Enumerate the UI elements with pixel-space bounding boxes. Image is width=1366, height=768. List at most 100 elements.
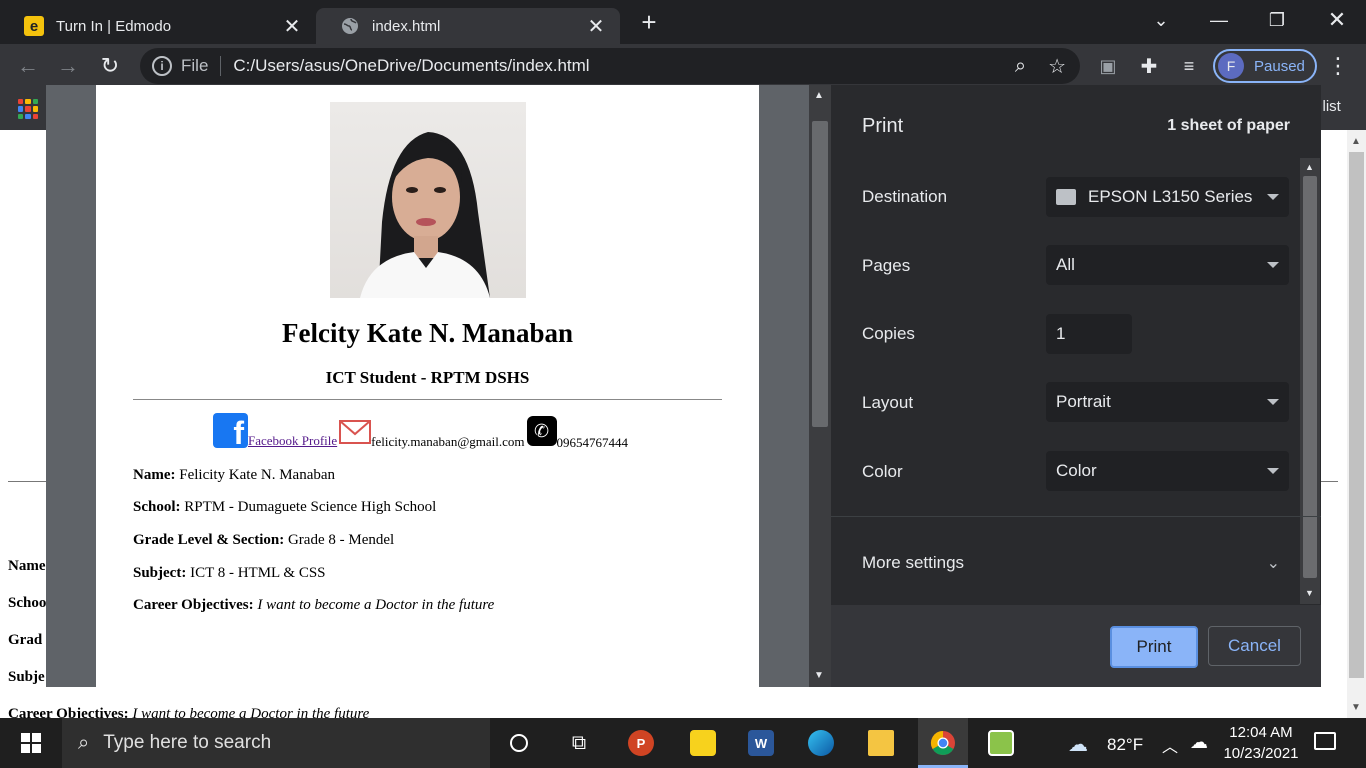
temperature[interactable]: 82°F bbox=[1107, 735, 1143, 755]
info-row: Name: Felicity Kate N. Manaban bbox=[133, 467, 336, 483]
chevron-up-icon[interactable]: ︿ bbox=[1162, 733, 1178, 757]
puzzle-icon[interactable]: ✚ bbox=[1134, 44, 1164, 88]
word-icon[interactable]: W bbox=[738, 718, 784, 768]
copies-value: 1 bbox=[1056, 324, 1066, 343]
extension-icon[interactable]: ▣ bbox=[1094, 44, 1122, 88]
printer-icon bbox=[1056, 189, 1076, 205]
facebook-profile-link[interactable]: Facebook Profile bbox=[248, 433, 337, 449]
scroll-down-icon[interactable]: ▼ bbox=[1351, 702, 1361, 713]
layout-label: Layout bbox=[862, 393, 914, 412]
divider bbox=[133, 399, 722, 400]
preview-name: Felcity Kate N. Manaban bbox=[282, 318, 573, 348]
phone-icon: ✆ bbox=[526, 416, 557, 446]
system-clock[interactable]: 12:04 AM 10/23/2021 bbox=[1206, 722, 1316, 764]
tab-search-icon[interactable]: ⌄ bbox=[1132, 0, 1190, 40]
info-row: Subject: ICT 8 - HTML & CSS bbox=[133, 565, 326, 581]
scroll-down-icon[interactable]: ▼ bbox=[814, 670, 824, 681]
scroll-down-icon[interactable]: ▼ bbox=[1305, 588, 1314, 598]
contact-row: f Facebook Profile felicity.manaban@gmai… bbox=[213, 413, 629, 450]
tab-title: Turn In | Edmodo bbox=[56, 17, 172, 35]
page-scrollbar-thumb[interactable] bbox=[1349, 152, 1364, 678]
sticky-notes-icon[interactable] bbox=[680, 718, 726, 768]
close-tab-icon[interactable]: ✕ bbox=[582, 14, 610, 39]
sheet-count: 1 sheet of paper bbox=[1167, 117, 1290, 134]
tab-index[interactable]: index.html ✕ bbox=[316, 8, 620, 44]
divider bbox=[831, 516, 1321, 517]
under-career: Career Objectives: I want to become a Do… bbox=[8, 706, 370, 718]
scroll-up-icon[interactable]: ▲ bbox=[1305, 162, 1314, 172]
task-view-icon[interactable]: ⧉ bbox=[556, 718, 602, 768]
windows-start-icon[interactable] bbox=[8, 718, 54, 768]
menu-icon[interactable]: ⋮ bbox=[1324, 44, 1352, 88]
info-row: School: RPTM - Dumaguete Science High Sc… bbox=[133, 499, 437, 515]
new-tab-button[interactable]: + bbox=[634, 8, 664, 38]
file-explorer-icon[interactable] bbox=[858, 718, 904, 768]
scroll-up-icon[interactable]: ▲ bbox=[814, 90, 824, 101]
color-select[interactable]: Color bbox=[1046, 451, 1289, 491]
toolbar: ← → ↻ i File C:/Users/asus/OneDrive/Docu… bbox=[0, 44, 1366, 88]
avatar: F bbox=[1218, 53, 1244, 79]
edmodo-icon: e bbox=[24, 16, 44, 36]
destination-value: EPSON L3150 Series bbox=[1088, 187, 1253, 206]
forward-arrow-icon[interactable]: → bbox=[52, 44, 84, 88]
chevron-down-icon bbox=[1267, 468, 1279, 474]
url-text[interactable]: C:/Users/asus/OneDrive/Documents/index.h… bbox=[233, 56, 1014, 76]
pages-select[interactable]: All bbox=[1046, 245, 1289, 285]
destination-select[interactable]: EPSON L3150 Series bbox=[1046, 177, 1289, 217]
scroll-up-icon[interactable]: ▲ bbox=[1351, 136, 1361, 147]
zoom-icon[interactable]: ⌕ bbox=[1015, 55, 1026, 78]
under-label: Grad bbox=[8, 632, 43, 648]
under-label: Schoo bbox=[8, 595, 47, 611]
copies-label: Copies bbox=[862, 324, 915, 343]
copies-input[interactable]: 1 bbox=[1046, 314, 1132, 354]
search-icon: ⌕ bbox=[78, 731, 90, 754]
layout-select[interactable]: Portrait bbox=[1046, 382, 1289, 422]
email-text: felicity.manaban@gmail.com bbox=[371, 434, 525, 449]
address-bar[interactable]: i File C:/Users/asus/OneDrive/Documents/… bbox=[140, 48, 1080, 84]
cancel-button[interactable]: Cancel bbox=[1208, 626, 1301, 666]
pages-label: Pages bbox=[862, 256, 911, 275]
notification-icon[interactable] bbox=[1314, 732, 1336, 750]
minimize-button[interactable]: — bbox=[1190, 0, 1248, 40]
preview-scrollbar-thumb[interactable] bbox=[812, 121, 828, 427]
search-placeholder: Type here to search bbox=[103, 732, 272, 753]
profile-button[interactable]: F Paused bbox=[1213, 49, 1317, 83]
notepad-icon[interactable] bbox=[978, 718, 1024, 768]
print-button[interactable]: Print bbox=[1110, 626, 1198, 668]
chevron-down-icon bbox=[1267, 262, 1279, 268]
apps-grid-icon[interactable] bbox=[18, 99, 38, 119]
close-tab-icon[interactable]: ✕ bbox=[278, 14, 306, 39]
under-label: Subje bbox=[8, 669, 45, 685]
weather-icon[interactable]: ☁ bbox=[1068, 732, 1088, 757]
globe-icon bbox=[340, 16, 360, 36]
color-value: Color bbox=[1056, 461, 1097, 480]
profile-photo bbox=[330, 102, 526, 298]
cortana-icon[interactable] bbox=[496, 718, 542, 768]
divider bbox=[220, 56, 222, 76]
maximize-button[interactable]: ❐ bbox=[1248, 0, 1306, 40]
info-row: Grade Level & Section: Grade 8 - Mendel bbox=[133, 532, 395, 548]
preview-role: ICT Student - RPTM DSHS bbox=[325, 368, 530, 387]
chrome-icon[interactable] bbox=[920, 718, 966, 768]
close-window-button[interactable]: ✕ bbox=[1308, 0, 1366, 40]
destination-label: Destination bbox=[862, 187, 948, 206]
clock-date: 10/23/2021 bbox=[1223, 745, 1299, 762]
facebook-icon: f bbox=[213, 413, 248, 449]
chevron-down-icon: ⌄ bbox=[1266, 555, 1280, 572]
taskbar-search[interactable]: ⌕ Type here to search bbox=[62, 718, 490, 768]
info-icon[interactable]: i bbox=[152, 56, 172, 76]
reload-icon[interactable]: ↻ bbox=[94, 44, 126, 88]
bookmark-star-icon[interactable]: ☆ bbox=[1048, 54, 1066, 79]
media-control-icon[interactable]: ≡ bbox=[1174, 44, 1204, 88]
mail-icon bbox=[339, 420, 372, 448]
settings-scrollbar-thumb[interactable] bbox=[1303, 176, 1317, 578]
tab-title: index.html bbox=[372, 17, 441, 35]
edge-icon[interactable] bbox=[798, 718, 844, 768]
back-arrow-icon[interactable]: ← bbox=[12, 44, 44, 88]
phone-text: 09654767444 bbox=[556, 435, 629, 450]
powerpoint-icon[interactable]: P bbox=[618, 718, 664, 768]
tab-edmodo[interactable]: e Turn In | Edmodo ✕ bbox=[0, 8, 316, 44]
color-label: Color bbox=[862, 462, 903, 481]
info-row: Career Objectives: I want to become a Do… bbox=[133, 597, 495, 613]
more-settings-toggle[interactable]: More settings ⌄ bbox=[831, 540, 1300, 586]
